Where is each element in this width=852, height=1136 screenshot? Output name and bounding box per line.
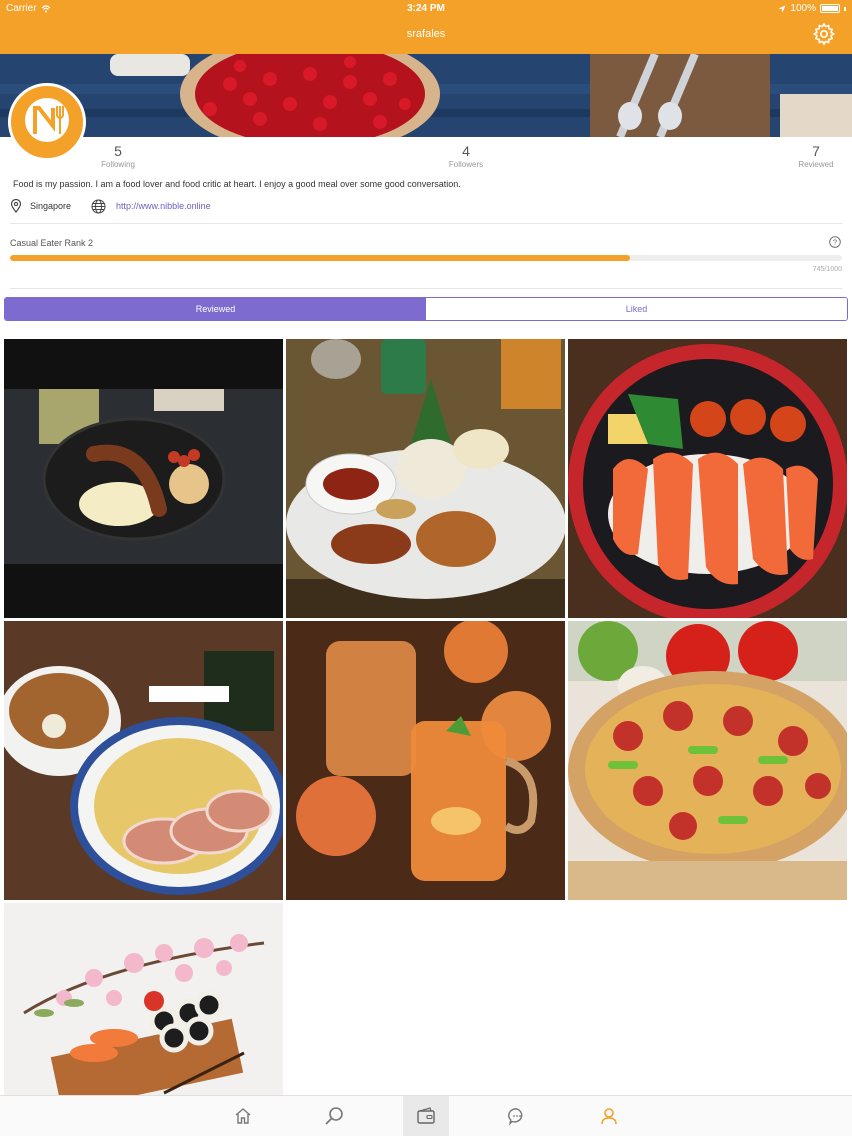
tab-profile[interactable] bbox=[586, 1096, 632, 1136]
profile-icon bbox=[601, 1108, 617, 1125]
stat-following-label: Following bbox=[101, 160, 135, 169]
tab-home[interactable] bbox=[220, 1096, 266, 1136]
photo-tile[interactable] bbox=[286, 339, 565, 618]
search-icon bbox=[325, 1107, 343, 1125]
tab-bar bbox=[0, 1095, 852, 1136]
photo-tile[interactable] bbox=[568, 621, 847, 900]
gear-icon[interactable] bbox=[812, 22, 836, 46]
help-icon[interactable]: ? bbox=[829, 236, 841, 248]
avatar[interactable] bbox=[8, 83, 86, 161]
photo-tile[interactable] bbox=[4, 339, 283, 618]
photo-sushi-platter bbox=[4, 903, 283, 1095]
cover-illustration bbox=[0, 54, 852, 137]
stat-followers-value: 4 bbox=[462, 143, 470, 159]
rank-label: Casual Eater Rank 2 bbox=[10, 238, 94, 248]
tab-chat[interactable] bbox=[494, 1096, 540, 1136]
profile-website-link[interactable]: http://www.nibble.online bbox=[116, 201, 211, 211]
location-pin-icon bbox=[10, 199, 22, 213]
battery-group: 100% bbox=[778, 3, 846, 14]
stat-following-value: 5 bbox=[114, 143, 122, 159]
photo-tsukemen-ramen bbox=[4, 621, 283, 900]
svg-text:?: ? bbox=[833, 238, 837, 247]
photo-tile[interactable] bbox=[286, 621, 565, 900]
photo-tile[interactable] bbox=[568, 339, 847, 618]
divider bbox=[10, 288, 842, 289]
profile-location: Singapore bbox=[30, 201, 72, 211]
location-arrow-icon bbox=[778, 5, 786, 12]
wallet-icon bbox=[417, 1107, 435, 1124]
rank-progress-bar bbox=[10, 255, 842, 261]
photo-nasi-tumpeng-chicken-plate bbox=[286, 339, 565, 618]
stat-reviewed[interactable]: 7 Reviewed bbox=[790, 143, 842, 169]
stat-followers[interactable]: 4 Followers bbox=[440, 143, 492, 169]
status-bar: Carrier 3:24 PM 100% bbox=[0, 0, 852, 18]
photo-peach-iced-tea bbox=[286, 621, 565, 900]
cover-image bbox=[0, 54, 852, 137]
profile-info-row: Singapore http://www.nibble.online bbox=[10, 198, 211, 214]
stat-reviewed-label: Reviewed bbox=[798, 160, 834, 169]
photo-tile[interactable] bbox=[4, 621, 283, 900]
battery-tip bbox=[844, 6, 846, 11]
battery-percent: 100% bbox=[790, 3, 816, 14]
chat-icon bbox=[508, 1108, 523, 1126]
profile-bio: Food is my passion. I am a food lover an… bbox=[13, 179, 461, 189]
status-time: 3:24 PM bbox=[407, 3, 445, 14]
photo-pepperoni-pizza bbox=[568, 621, 847, 900]
tab-search[interactable] bbox=[311, 1096, 357, 1136]
battery-icon bbox=[820, 4, 840, 13]
nibble-logo-icon bbox=[14, 89, 80, 155]
tab-liked[interactable]: Liked bbox=[426, 298, 847, 320]
rank-progress-fill bbox=[10, 255, 630, 261]
stat-reviewed-value: 7 bbox=[812, 143, 820, 159]
globe-icon bbox=[91, 199, 106, 213]
photo-tile[interactable] bbox=[4, 903, 283, 1095]
nav-title: srafales bbox=[406, 28, 446, 40]
divider bbox=[10, 223, 842, 224]
stat-following[interactable]: 5 Following bbox=[92, 143, 144, 169]
photo-salmon-sashimi-bowl bbox=[568, 339, 847, 618]
photo-breakfast-sausage-plate bbox=[4, 339, 283, 618]
tab-reviewed[interactable]: Reviewed bbox=[5, 298, 426, 320]
stat-followers-label: Followers bbox=[448, 160, 484, 169]
home-icon bbox=[235, 1108, 251, 1124]
top-bar: Carrier 3:24 PM 100% srafales bbox=[0, 0, 852, 54]
rank-progress-text: 745/1000 bbox=[812, 266, 842, 273]
segmented-control: Reviewed Liked bbox=[4, 297, 848, 321]
tab-wallet[interactable] bbox=[403, 1096, 449, 1136]
